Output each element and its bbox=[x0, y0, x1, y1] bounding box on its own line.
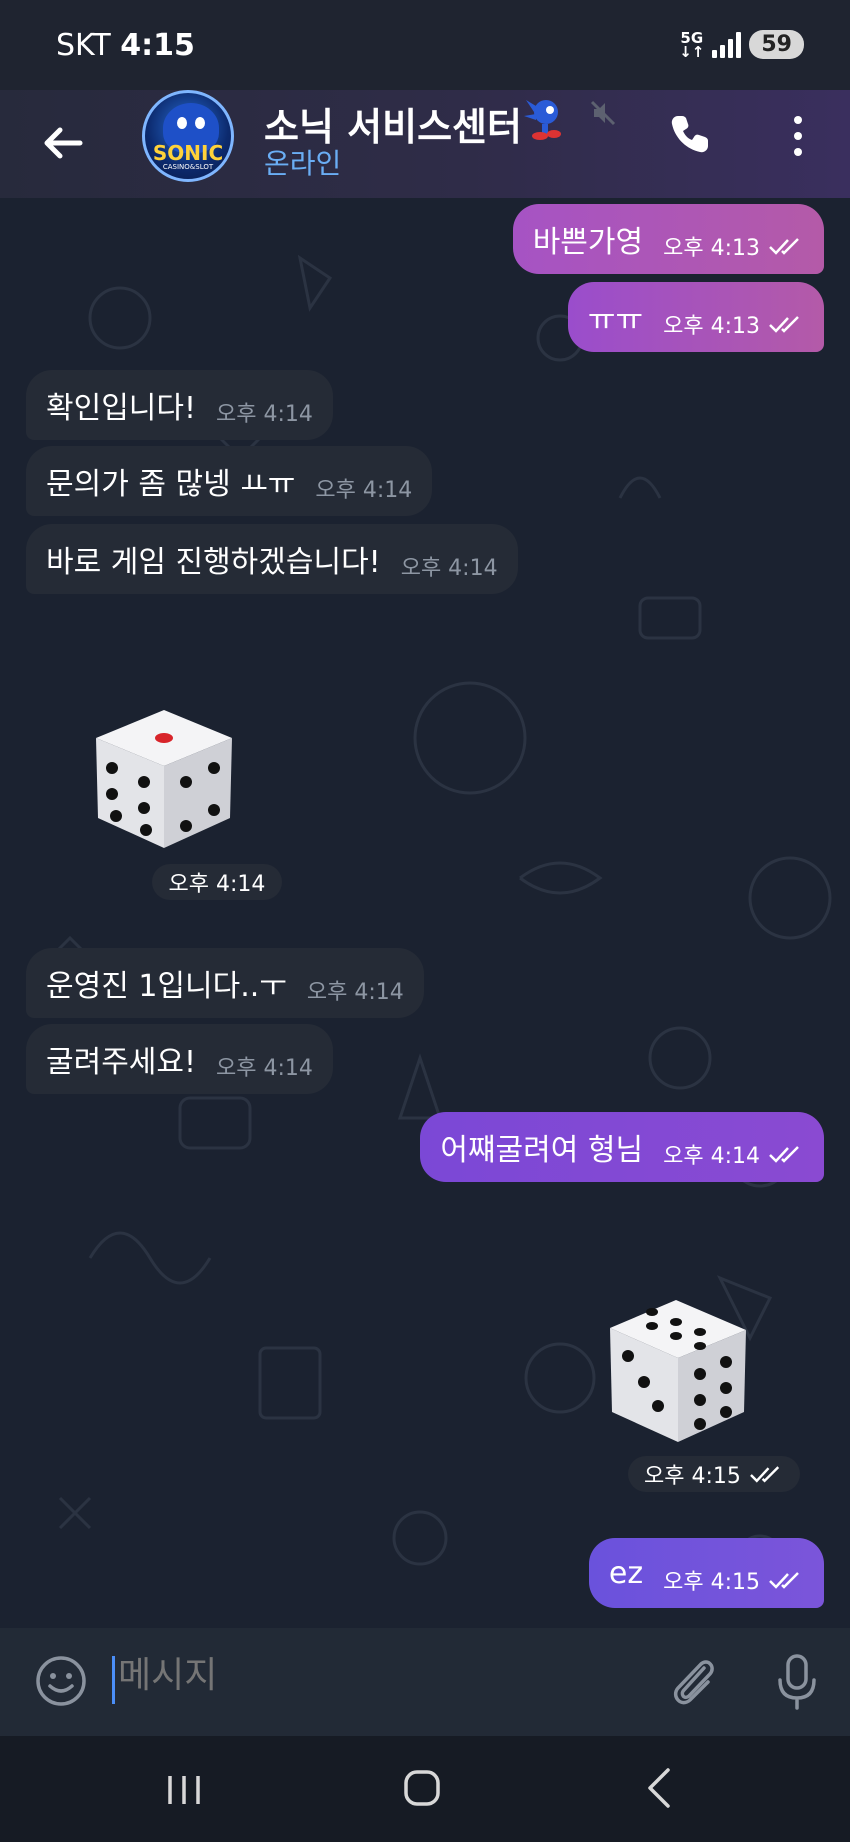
message-bubble-outgoing[interactable]: 바쁜가영 오후 4:13 bbox=[512, 204, 824, 274]
message-text: 확인입니다! bbox=[46, 391, 197, 426]
double-check-icon bbox=[769, 1146, 799, 1163]
dice-icon bbox=[610, 1300, 746, 1442]
dice-icon bbox=[96, 710, 232, 848]
dice-message-incoming[interactable] bbox=[88, 704, 240, 854]
message-time: 오후 4:14 bbox=[216, 1056, 313, 1081]
message-text: 운영진 1입니다..ㅜ bbox=[46, 969, 287, 1004]
mute-icon bbox=[590, 100, 616, 126]
message-text: 바쁜가영 bbox=[532, 225, 644, 260]
system-navigation-bar bbox=[0, 1736, 850, 1842]
dice-time: 오후 4:15 bbox=[644, 1464, 741, 1489]
double-check-icon bbox=[769, 316, 799, 333]
paperclip-icon[interactable] bbox=[664, 1652, 724, 1712]
message-text: 바로 게임 진행하겠습니다! bbox=[46, 545, 381, 580]
text-cursor bbox=[112, 1656, 115, 1704]
message-text: ez bbox=[608, 1555, 644, 1591]
message-input[interactable] bbox=[116, 1654, 540, 1697]
status-carrier-time: SKT 4:15 bbox=[56, 28, 195, 63]
nav-home-icon[interactable] bbox=[402, 1768, 442, 1808]
status-bar: SKT 4:15 5G ↓↑ 59 bbox=[0, 0, 850, 90]
message-bubble-incoming[interactable]: 문의가 좀 많넹 ㅛㅠ 오후 4:14 bbox=[26, 446, 433, 516]
signal-icon bbox=[712, 31, 742, 58]
sonic-sticker-icon bbox=[524, 100, 561, 140]
battery-icon: 59 bbox=[749, 30, 804, 59]
message-input-bar bbox=[0, 1628, 850, 1736]
message-text: 어쨰굴려여 형님 bbox=[440, 1133, 644, 1168]
dice-message-outgoing[interactable] bbox=[606, 1296, 752, 1446]
status-icons: 5G ↓↑ 59 bbox=[679, 30, 804, 59]
double-check-icon bbox=[769, 1572, 799, 1589]
carrier-name: SKT bbox=[56, 28, 111, 63]
message-time: 오후 4:14 bbox=[216, 402, 313, 427]
message-bubble-outgoing[interactable]: ㅠㅠ 오후 4:13 bbox=[567, 282, 824, 352]
clock: 4:15 bbox=[120, 28, 195, 63]
dice-time: 오후 4:14 bbox=[152, 864, 282, 900]
nav-recent-icon[interactable] bbox=[164, 1770, 204, 1810]
nav-back-icon[interactable] bbox=[642, 1766, 678, 1810]
back-arrow-icon[interactable] bbox=[38, 118, 88, 168]
message-time: 오후 4:13 bbox=[663, 236, 760, 261]
network-label: 5G bbox=[680, 28, 704, 47]
message-bubble-outgoing[interactable]: ez 오후 4:15 bbox=[588, 1538, 824, 1608]
message-bubble-incoming[interactable]: 굴려주세요! 오후 4:14 bbox=[26, 1024, 333, 1094]
avatar-logo-subtext: CASINO&SLOT bbox=[162, 163, 214, 171]
message-time: 오후 4:14 bbox=[306, 980, 404, 1005]
message-text: 문의가 좀 많넹 ㅛㅠ bbox=[46, 467, 296, 502]
message-time: 오후 4:14 bbox=[400, 556, 498, 581]
dice-time-pill: 오후 4:15 bbox=[628, 1456, 800, 1492]
chat-area[interactable]: 바쁜가영 오후 4:13 ㅠㅠ 오후 4:13 확인입니다! 오후 4:14 문… bbox=[0, 198, 850, 1628]
message-bubble-incoming[interactable]: 운영진 1입니다..ㅜ 오후 4:14 bbox=[26, 948, 424, 1018]
message-time: 오후 4:15 bbox=[663, 1570, 760, 1595]
phone-icon[interactable] bbox=[668, 112, 712, 156]
message-time: 오후 4:14 bbox=[663, 1144, 760, 1169]
avatar[interactable]: SONIC CASINO&SLOT bbox=[142, 90, 234, 182]
chat-status: 온라인 bbox=[264, 147, 342, 180]
message-bubble-outgoing[interactable]: 어쨰굴려여 형님 오후 4:14 bbox=[420, 1112, 824, 1182]
microphone-icon[interactable] bbox=[772, 1652, 822, 1712]
more-vertical-icon[interactable] bbox=[786, 114, 810, 158]
emoji-icon[interactable] bbox=[34, 1654, 88, 1708]
message-bubble-incoming[interactable]: 바로 게임 진행하겠습니다! 오후 4:14 bbox=[26, 524, 518, 594]
message-bubble-incoming[interactable]: 확인입니다! 오후 4:14 bbox=[26, 370, 333, 440]
message-text: ㅠㅠ bbox=[587, 303, 644, 338]
message-time: 오후 4:14 bbox=[315, 478, 413, 503]
double-check-icon bbox=[769, 238, 799, 255]
message-text: 굴려주세요! bbox=[46, 1045, 197, 1080]
avatar-logo-text: SONIC bbox=[152, 141, 224, 165]
network-5g-icon: 5G ↓↑ bbox=[679, 28, 705, 61]
double-check-icon bbox=[749, 1466, 780, 1483]
message-time: 오후 4:13 bbox=[663, 314, 760, 339]
